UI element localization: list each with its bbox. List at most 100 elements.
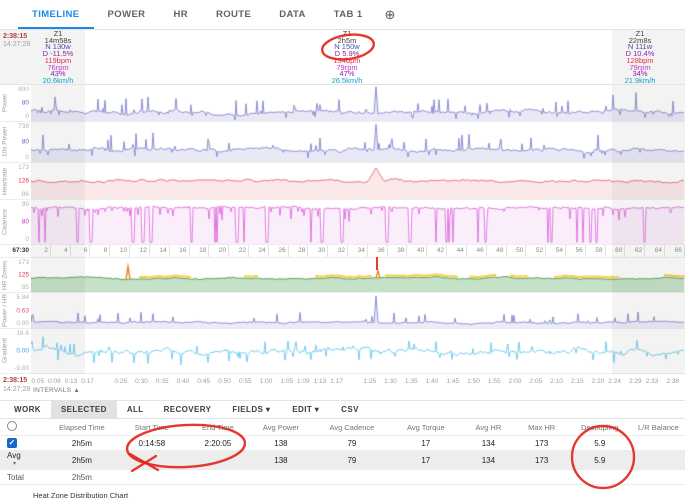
lap-cell[interactable]: 6 (71, 245, 91, 257)
x-axis-label: 2:20 (591, 378, 605, 385)
lap-cell[interactable]: 22 (229, 245, 249, 257)
avg-dropdown-caret-icon[interactable]: ▾ (13, 460, 16, 468)
lap-cell[interactable]: 10 (110, 245, 131, 257)
axis-value: 86 (21, 191, 29, 198)
result-tab-all[interactable]: ALL (117, 401, 154, 418)
lap-cell[interactable]: 50 (507, 245, 527, 257)
lap-cell[interactable]: 14 (150, 245, 170, 257)
lap-cell[interactable]: 46 (467, 245, 487, 257)
chart-canvas-heartrate[interactable] (31, 163, 685, 199)
column-header-elapsed-time[interactable]: Elapsed Time (47, 423, 116, 432)
column-header-avg-cadence[interactable]: Avg Cadence (313, 423, 390, 432)
chart-canvas-gradient[interactable] (31, 329, 685, 373)
avg-label[interactable]: Avg ▾ (7, 452, 47, 468)
lap-cell[interactable]: 8 (90, 245, 111, 257)
x-axis-label: 1:30 (384, 378, 397, 385)
lap-strip[interactable]: 67:30 2 4 6 8 10 12 14 16 18 20 22 24 26 28 30 32 34 36 38 4… (0, 245, 685, 258)
result-tab-work[interactable]: WORK (4, 401, 51, 418)
lap-cell[interactable]: 60 (606, 245, 626, 257)
clock-time: 14:27:28 (3, 41, 31, 48)
chart-canvas-cadence[interactable] (31, 200, 685, 244)
lap-cell[interactable]: 24 (249, 245, 269, 257)
lap-cell[interactable]: 18 (190, 245, 210, 257)
column-header-avg-hr[interactable]: Avg HR (461, 423, 515, 432)
select-all-cell[interactable] (0, 421, 47, 433)
lap-cell[interactable]: 30 (308, 245, 329, 257)
tab-timeline[interactable]: TIMELINE (18, 0, 94, 29)
lap-cell[interactable]: 58 (586, 245, 606, 257)
lap-cell[interactable]: 44 (447, 245, 467, 257)
tab-data[interactable]: DATA (265, 0, 320, 29)
lap-cell[interactable]: 28 (289, 245, 309, 257)
lap-cell[interactable]: 52 (526, 245, 547, 257)
column-header-avg-torque[interactable]: Avg Torque (390, 423, 461, 432)
result-tab-recovery[interactable]: RECOVERY (154, 401, 222, 418)
lap-cell[interactable]: 38 (388, 245, 408, 257)
column-header-start-time[interactable]: Start Time (116, 423, 187, 432)
lap-cell[interactable]: 64 (645, 245, 665, 257)
x-axis-label: 1:05 (280, 378, 294, 385)
menu-csv[interactable]: CSV (330, 405, 370, 414)
lap-cell[interactable]: 66 (665, 245, 685, 257)
axis-value: 800 (18, 86, 29, 93)
interval-row[interactable]: ✓ 2h5m 0:14:58 2:20:05 138 79 17 134 173 5.9 (0, 436, 685, 451)
chart-gutter: Power 800 80 0 (0, 85, 31, 121)
column-header-avg-power[interactable]: Avg Power (248, 423, 313, 432)
lap-cell[interactable]: 26 (269, 245, 289, 257)
lap-cell[interactable]: 48 (487, 245, 507, 257)
x-axis-label: 2:33 (645, 378, 659, 385)
collapse-arrow-icon: ▲ (73, 387, 81, 394)
summary-block-2: Z1 22m8s N 111w D 10.4% 128bpm 79rpm 34% 21.9km… (598, 30, 682, 85)
column-header-max-hr[interactable]: Max HR (516, 423, 568, 432)
lap-cell[interactable]: 12 (130, 245, 150, 257)
avg-label-cell[interactable]: Avg ▾ (0, 452, 47, 468)
lap-cell[interactable]: 34 (348, 245, 368, 257)
column-header-end-time[interactable]: End Time (187, 423, 248, 432)
add-tab-button[interactable]: ⊕ (377, 0, 404, 29)
cell-decoupling: 5.9 (594, 438, 606, 448)
axis-value: -9.83 (14, 365, 29, 372)
menu-fields[interactable]: FIELDS ▾ (221, 405, 281, 414)
chart-row-heartrate: Heartrate 173 126 86 (0, 163, 685, 200)
column-header-decoupling[interactable]: Decoupling (568, 423, 632, 432)
axis-value: 126 (18, 177, 29, 185)
axis-value: 0.00 (16, 320, 29, 327)
lap-cell[interactable]: 62 (625, 245, 646, 257)
lap-cell[interactable]: 32 (328, 245, 348, 257)
summary-row: 2:38:15 14:27:28 Z1 14m58s N 130w D -11.5% 1… (0, 30, 685, 85)
lap-cell[interactable]: 40 (407, 245, 428, 257)
total-duration: 2:38:15 (3, 33, 28, 40)
lap-cell[interactable]: 54 (546, 245, 566, 257)
chart-gutter: Cadence 99 80 0 (0, 200, 31, 244)
tab-tab-1[interactable]: TAB 1 (320, 0, 377, 29)
summary-block-0: Z1 14m58s N 130w D -11.5% 119bpm 76rpm 43% 20.6… (30, 30, 86, 85)
total-label: Total (7, 472, 24, 482)
chart-canvas-hr-zones[interactable] (31, 258, 685, 292)
menu-edit[interactable]: EDIT ▾ (281, 405, 330, 414)
column-header-l-r-balance[interactable]: L/R Balance (632, 423, 685, 432)
chart-canvas-power-hr[interactable] (31, 293, 685, 328)
axis-value: 125 (18, 271, 29, 279)
lap-cell[interactable]: 42 (427, 245, 448, 257)
row-checkbox[interactable]: ✓ (7, 438, 17, 448)
row-select-cell[interactable]: ✓ (0, 438, 47, 448)
cell-start-time: 0:14:58 (138, 438, 166, 448)
x-axis-label: 1:13 (313, 378, 327, 385)
lap-cell[interactable]: 4 (51, 245, 71, 257)
chart-canvas-power[interactable] (31, 85, 685, 121)
lap-cell[interactable]: 20 (209, 245, 230, 257)
lap-cell[interactable]: 2 (31, 245, 51, 257)
result-tab-selected[interactable]: SELECTED (50, 401, 117, 418)
chart-canvas-10s-power[interactable] (31, 122, 685, 162)
avg-label-text: Avg (7, 451, 21, 460)
tab-power[interactable]: POWER (94, 0, 160, 29)
tab-route[interactable]: ROUTE (202, 0, 265, 29)
axis-value: 173 (18, 259, 29, 266)
lap-cell[interactable]: 56 (566, 245, 586, 257)
tab-hr[interactable]: HR (159, 0, 202, 29)
select-all-circle-icon[interactable] (7, 421, 17, 431)
total-time-block: 2:38:15 14:27:28 (3, 33, 30, 49)
lap-cell[interactable]: 36 (368, 245, 388, 257)
intervals-collapse[interactable]: INTERVALS ▲ (33, 387, 80, 394)
lap-cell[interactable]: 16 (170, 245, 190, 257)
